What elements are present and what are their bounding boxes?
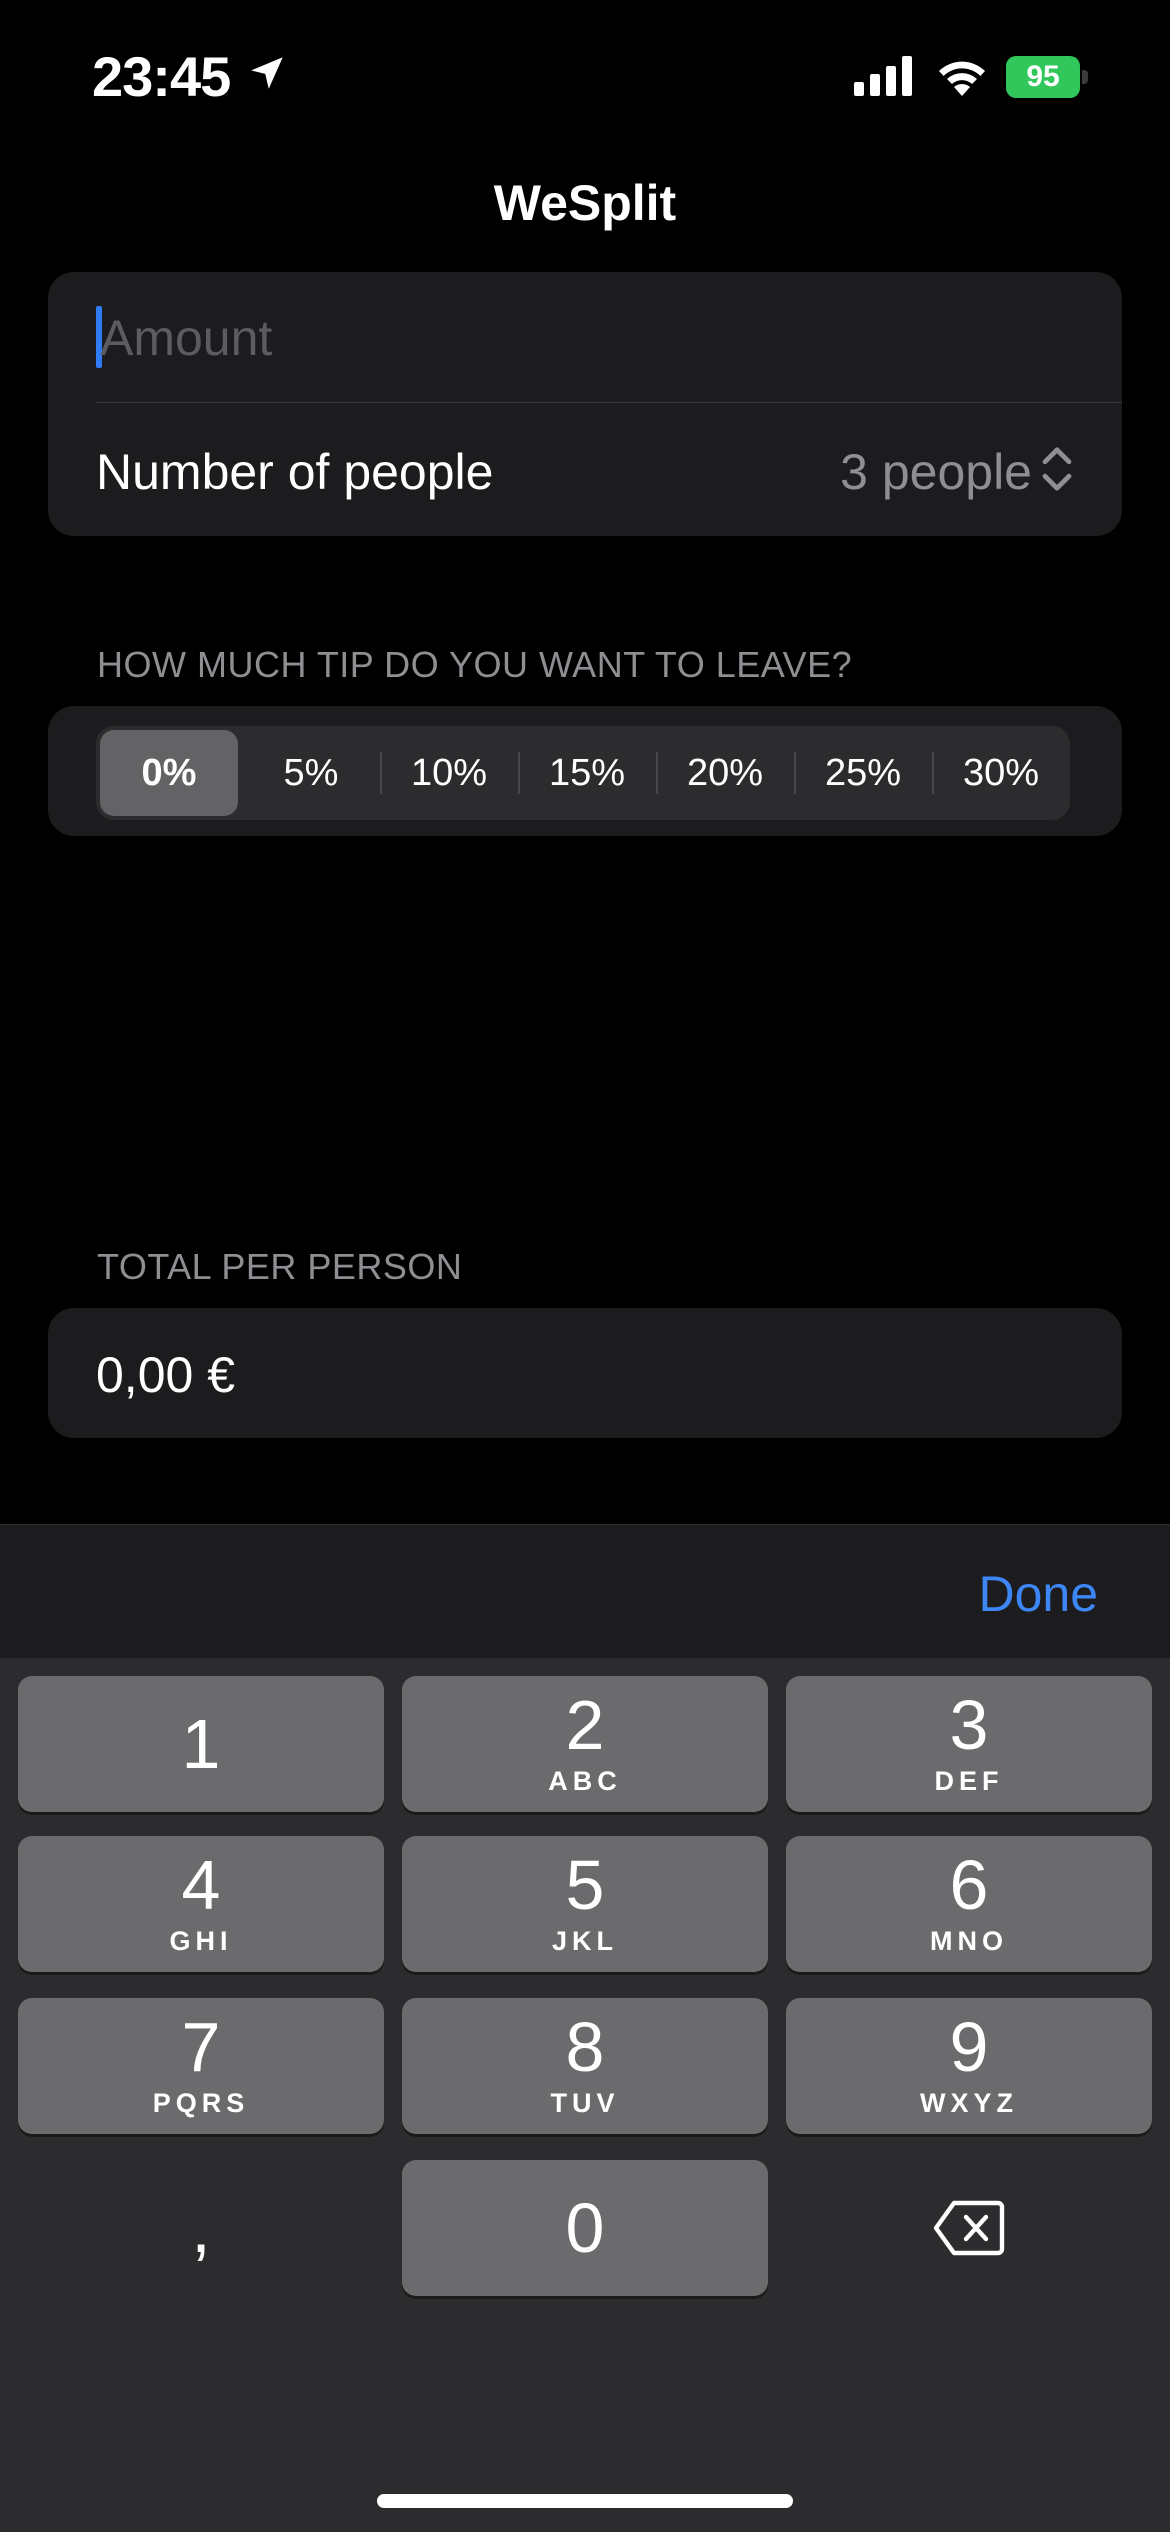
amount-input[interactable]: [98, 294, 1082, 382]
key-letters: ABC: [548, 1766, 622, 1796]
key-0[interactable]: 0: [402, 2160, 768, 2296]
key-letters: JKL: [551, 1926, 618, 1956]
total-per-person-value: 0,00 €: [96, 1347, 236, 1403]
tip-option-20[interactable]: 20%: [656, 730, 794, 816]
status-time: 23:45: [92, 45, 231, 108]
key-6[interactable]: 6 MNO: [786, 1836, 1152, 1972]
battery-level: 95: [1006, 56, 1080, 98]
delete-key[interactable]: [786, 2160, 1152, 2296]
key-letters: DEF: [934, 1766, 1004, 1796]
people-value: 3 people: [840, 444, 1032, 500]
keyboard-toolbar: Done: [0, 1524, 1170, 1659]
key-1[interactable]: 1: [18, 1676, 384, 1812]
key-8[interactable]: 8 TUV: [402, 1998, 768, 2134]
battery-icon: 95: [1006, 56, 1090, 98]
backspace-icon: [933, 2200, 1005, 2256]
key-letters: TUV: [550, 2088, 620, 2118]
page-title: WeSplit: [493, 175, 677, 231]
key-digit: 5: [565, 1846, 605, 1924]
tip-segmented-control: 0% 5% 10% 15% 20% 25% 30%: [96, 726, 1070, 820]
cellular-signal-icon: [854, 56, 912, 96]
key-letters: GHI: [169, 1926, 233, 1956]
key-comma[interactable]: ,: [18, 2160, 384, 2296]
tip-option-10[interactable]: 10%: [380, 730, 518, 816]
total-section-header: TOTAL PER PERSON: [97, 1246, 463, 1287]
key-digit: 3: [949, 1686, 989, 1764]
tip-section-header: HOW MUCH TIP DO YOU WANT TO LEAVE?: [97, 644, 853, 685]
tip-option-15[interactable]: 15%: [518, 730, 656, 816]
total-section: 0,00 €: [48, 1308, 1122, 1438]
key-digit: 6: [949, 1846, 989, 1924]
form-section: Number of people 3 people: [48, 272, 1122, 536]
people-label: Number of people: [96, 444, 494, 500]
amount-row[interactable]: [48, 272, 1122, 402]
tip-section: 0% 5% 10% 15% 20% 25% 30%: [48, 706, 1122, 836]
key-digit: 4: [181, 1846, 221, 1924]
chevron-up-down-icon: [1042, 447, 1072, 491]
location-arrow-icon: [251, 57, 283, 89]
tip-option-0[interactable]: 0%: [100, 730, 238, 816]
decimal-keyboard: 1 2 ABC 3 DEF 4 GHI 5 JKL 6 MNO 7 PQRS 8…: [0, 1658, 1170, 2532]
key-4[interactable]: 4 GHI: [18, 1836, 384, 1972]
key-digit: 9: [949, 2008, 989, 2086]
key-3[interactable]: 3 DEF: [786, 1676, 1152, 1812]
key-digit: 8: [565, 2008, 605, 2086]
done-button[interactable]: Done: [978, 1565, 1098, 1623]
key-5[interactable]: 5 JKL: [402, 1836, 768, 1972]
key-digit: 0: [565, 2189, 605, 2267]
key-digit: 7: [181, 2008, 221, 2086]
home-indicator[interactable]: [377, 2494, 793, 2508]
wifi-icon: [939, 61, 985, 96]
key-letters: PQRS: [152, 2088, 250, 2118]
key-7[interactable]: 7 PQRS: [18, 1998, 384, 2134]
key-letters: WXYZ: [920, 2088, 1018, 2118]
tip-option-30[interactable]: 30%: [932, 730, 1070, 816]
tip-option-5[interactable]: 5%: [242, 730, 380, 816]
key-9[interactable]: 9 WXYZ: [786, 1998, 1152, 2134]
number-of-people-picker[interactable]: Number of people 3 people: [48, 403, 1122, 536]
key-digit: 2: [565, 1686, 605, 1764]
tip-option-25[interactable]: 25%: [794, 730, 932, 816]
key-letters: MNO: [930, 1926, 1008, 1956]
key-2[interactable]: 2 ABC: [402, 1676, 768, 1812]
key-digit: 1: [181, 1705, 221, 1783]
